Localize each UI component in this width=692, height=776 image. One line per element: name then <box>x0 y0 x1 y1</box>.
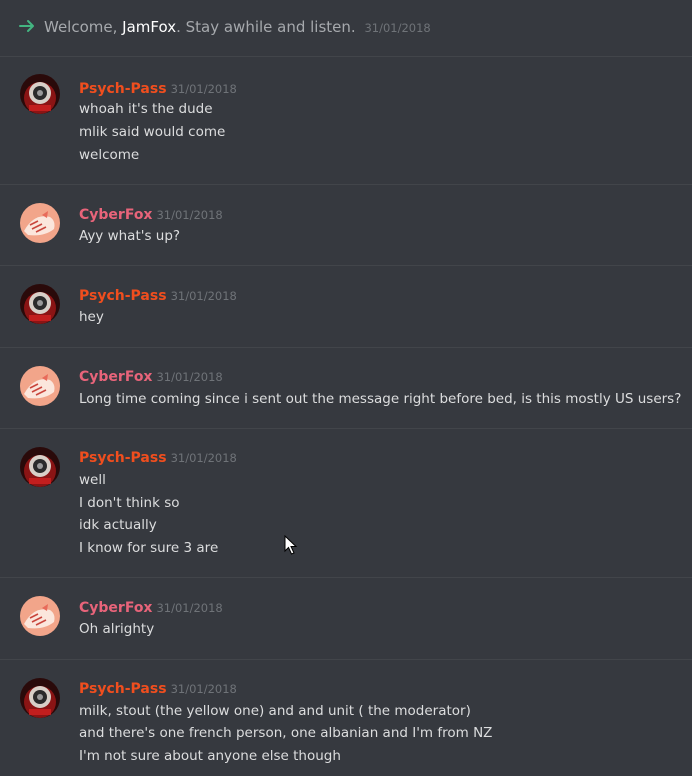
timestamp: 31/01/2018 <box>364 21 431 35</box>
message-text: welcome <box>79 147 140 163</box>
message-text: idk actually <box>79 517 157 533</box>
cyberfox-avatar[interactable] <box>20 203 60 243</box>
timestamp: 31/01/2018 <box>156 370 223 384</box>
psych-pass-avatar[interactable] <box>20 74 60 114</box>
message-group: CyberFox 31/01/2018 Oh alrighty <box>0 578 692 660</box>
author-name[interactable]: Psych-Pass <box>79 81 167 97</box>
system-prefix: Welcome, <box>44 18 123 36</box>
message-text: and there's one french person, one alban… <box>79 725 493 741</box>
timestamp: 31/01/2018 <box>156 601 223 615</box>
timestamp: 31/01/2018 <box>156 208 223 222</box>
message-group: CyberFox 31/01/2018 Long time coming sinc… <box>0 348 692 429</box>
mouse-cursor-icon <box>284 534 298 555</box>
join-arrow-icon <box>18 17 36 35</box>
message-group: Psych-Pass 31/01/2018 whoah it's the dude… <box>0 58 692 185</box>
system-username[interactable]: JamFox <box>122 18 176 36</box>
message-text: Oh alrighty <box>79 621 155 637</box>
author-name[interactable]: Psych-Pass <box>79 450 167 466</box>
message-text: I know for sure 3 are <box>79 540 219 556</box>
message-text: I don't think so <box>79 495 180 511</box>
system-text: Welcome, JamFox. Stay awhile and listen.… <box>44 17 431 38</box>
timestamp: 31/01/2018 <box>170 82 237 96</box>
timestamp: 31/01/2018 <box>170 682 237 696</box>
chat-messages[interactable]: Welcome, JamFox. Stay awhile and listen.… <box>0 0 692 776</box>
message-text: mlik said would come <box>79 124 226 140</box>
message-text: Long time coming since i sent out the me… <box>79 391 682 407</box>
message-text: I'm not sure about anyone else though <box>79 748 341 764</box>
message-text: milk, stout (the yellow one) and and uni… <box>79 703 471 719</box>
psych-pass-avatar[interactable] <box>20 284 60 324</box>
message-group: CyberFox 31/01/2018 Ayy what's up? <box>0 185 692 266</box>
message-group: Psych-Pass 31/01/2018 well I don't think … <box>0 429 692 578</box>
message-text: hey <box>79 309 104 325</box>
message-text: Ayy what's up? <box>79 228 181 244</box>
cyberfox-avatar[interactable] <box>20 596 60 636</box>
author-name[interactable]: Psych-Pass <box>79 681 167 697</box>
author-name[interactable]: CyberFox <box>79 207 152 223</box>
message-group: Psych-Pass 31/01/2018 milk, stout (the ye… <box>0 660 692 776</box>
message-text: well <box>79 472 106 488</box>
timestamp: 31/01/2018 <box>170 451 237 465</box>
system-suffix: . Stay awhile and listen. <box>176 18 356 36</box>
cyberfox-avatar[interactable] <box>20 366 60 406</box>
message-text: whoah it's the dude <box>79 101 213 117</box>
author-name[interactable]: CyberFox <box>79 369 152 385</box>
timestamp: 31/01/2018 <box>170 289 237 303</box>
author-name[interactable]: Psych-Pass <box>79 288 167 304</box>
psych-pass-avatar[interactable] <box>20 678 60 718</box>
psych-pass-avatar[interactable] <box>20 447 60 487</box>
system-welcome-message: Welcome, JamFox. Stay awhile and listen.… <box>0 0 692 57</box>
message-group: Psych-Pass 31/01/2018 hey <box>0 266 692 348</box>
author-name[interactable]: CyberFox <box>79 600 152 616</box>
